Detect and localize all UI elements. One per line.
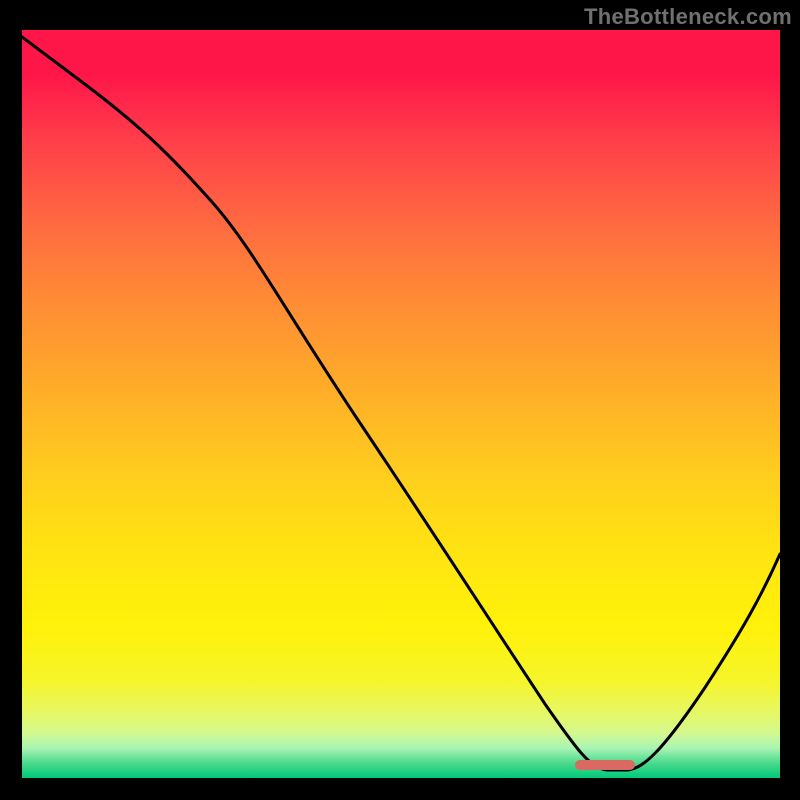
chart-line: [22, 30, 780, 778]
chart-container: [22, 30, 780, 778]
minimum-marker: [575, 760, 635, 770]
axis-left: [0, 0, 22, 800]
bottleneck-curve-path: [22, 37, 780, 770]
axis-bottom: [0, 778, 800, 800]
axis-right: [780, 0, 800, 800]
watermark-text: TheBottleneck.com: [584, 4, 792, 30]
